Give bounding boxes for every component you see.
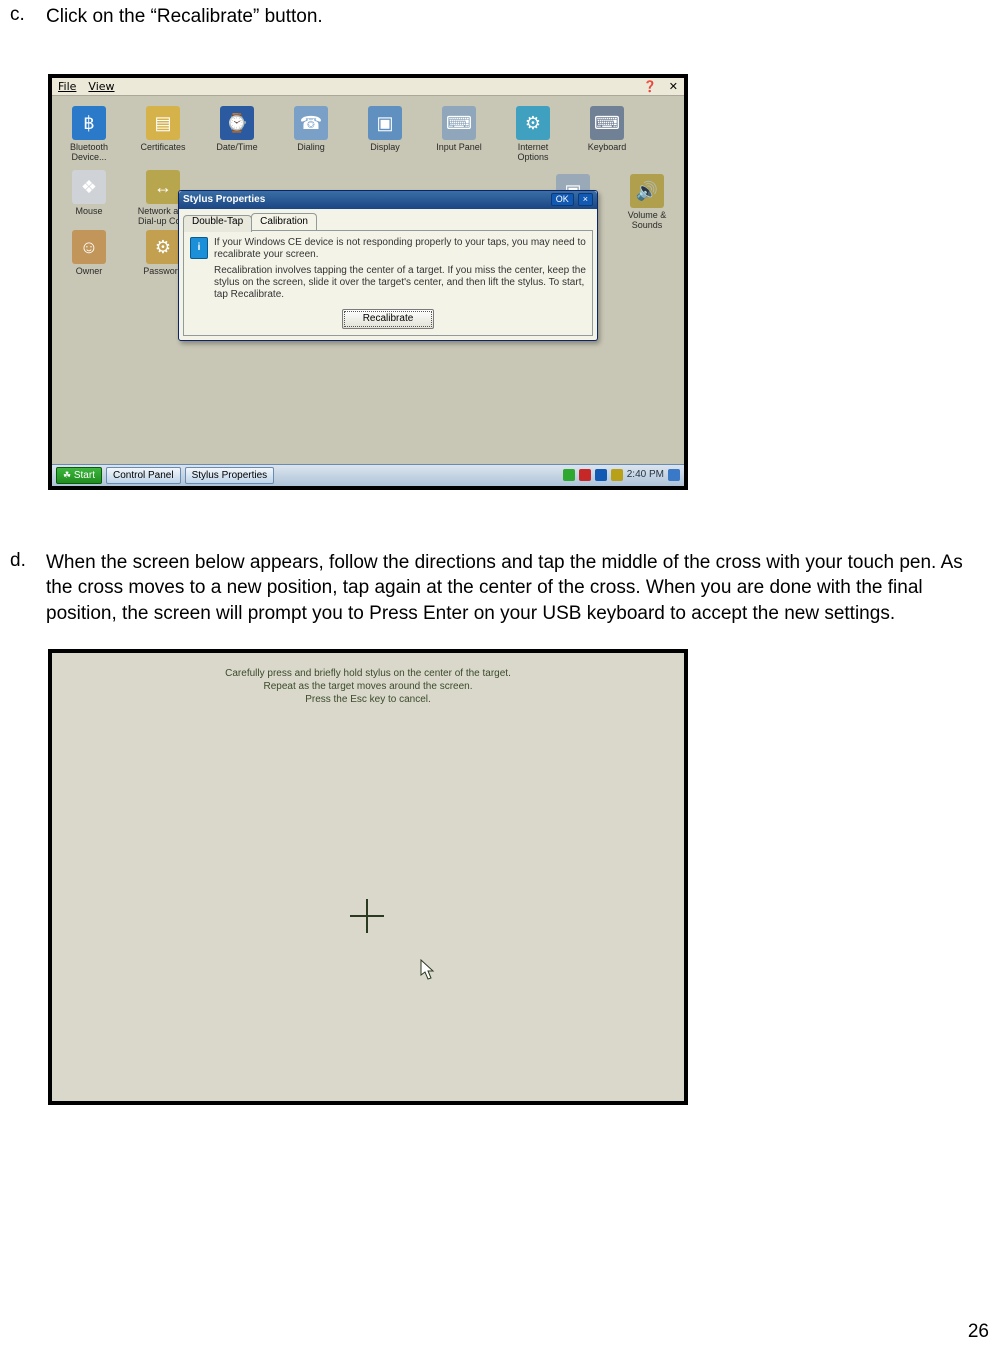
control-panel-icon[interactable]: ▣ Display [356,106,414,162]
icon-label: Date/Time [216,142,257,152]
tray-icon-4[interactable] [611,469,623,481]
dialog-tabs: Double-Tap Calibration [179,209,597,230]
calib-line-3: Press the Esc key to cancel. [52,693,684,706]
recalibrate-button[interactable]: Recalibrate [342,309,435,329]
screenshot-stylus-properties: File View ❓ ✕ ฿Bluetooth Device... ▤ Certi… [48,74,688,490]
icon-label: Dialing [297,142,325,152]
icon-glyph: ⚙ [516,106,550,140]
calibration-instructions: Carefully press and briefly hold stylus … [52,653,684,706]
dialog-paragraph-1: If your Windows CE device is not respond… [214,237,586,261]
taskbar-control-panel[interactable]: Control Panel [106,467,181,484]
control-panel-icon[interactable]: ❖ Mouse [60,170,118,226]
icon-label: Keyboard [588,142,627,152]
icon-glyph: ▣ [368,106,402,140]
taskbar: ☘ Start Control Panel Stylus Properties … [52,464,684,486]
tray-icon-5[interactable] [668,469,680,481]
taskbar-clock: 2:40 PM [627,464,664,486]
step-c: c. Click on the “Recalibrate” button. [10,4,985,30]
system-tray: 2:40 PM [563,464,680,486]
control-panel-icon[interactable]: ฿Bluetooth Device... [60,106,118,162]
page-number: 26 [968,1321,989,1343]
icon-label: Certificates [140,142,185,152]
control-panel-icon[interactable]: ⚙Internet Options [504,106,562,162]
icon-label: Internet Options [517,142,548,162]
icon-glyph: ⚙ [146,230,180,264]
icon-glyph: ⌨ [590,106,624,140]
icon-label: Display [370,142,400,152]
icon-glyph: ⌚ [220,106,254,140]
icon-label: Password [143,266,183,276]
icon-label: Owner [76,266,103,276]
icon-glyph: ฿ [72,106,106,140]
menu-file[interactable]: File [58,78,76,95]
help-icon[interactable]: ❓ [643,78,657,95]
mouse-cursor-icon [420,959,436,981]
icon-glyph: ☺ [72,230,106,264]
icon-glyph: ↔ [146,170,180,204]
start-button[interactable]: ☘ Start [56,467,102,484]
window-close[interactable]: ✕ [669,78,678,95]
tray-icon-3[interactable] [595,469,607,481]
dialog-paragraph-2: Recalibration involves tapping the cente… [214,265,586,301]
stylus-properties-dialog: Stylus Properties OK × Double-Tap Calibr… [178,190,598,341]
step-letter-c: c. [10,4,32,30]
icon-glyph: ▤ [146,106,180,140]
dialog-ok-button[interactable]: OK [551,193,574,206]
icon-label: Bluetooth Device... [70,142,108,162]
calib-line-2: Repeat as the target moves around the sc… [52,680,684,693]
calib-line-1: Carefully press and briefly hold stylus … [52,667,684,680]
tab-calibration[interactable]: Calibration [251,213,317,230]
icon-label: Input Panel [436,142,482,152]
tray-icon-1[interactable] [563,469,575,481]
icon-glyph: ☎ [294,106,328,140]
step-text-d: When the screen below appears, follow th… [46,550,985,627]
icon-label: Mouse [75,206,102,216]
step-d: d. When the screen below appears, follow… [10,550,985,627]
control-panel-desktop: ฿Bluetooth Device... ▤ Certificates ⌚ Date/T… [52,96,684,468]
icon-glyph: ❖ [72,170,106,204]
dialog-body: i If your Windows CE device is not respo… [183,230,593,336]
control-panel-icon[interactable]: ☺ Owner [60,230,118,276]
taskbar-stylus-properties[interactable]: Stylus Properties [185,467,275,484]
step-letter-d: d. [10,550,32,627]
control-panel-icon[interactable]: ⌨ Keyboard [578,106,636,162]
calibration-target-cross[interactable] [350,899,384,933]
stylus-info-icon: i [190,237,208,259]
control-panel-icon[interactable]: ⌨ Input Panel [430,106,488,162]
control-panel-icon[interactable]: ▤ Certificates [134,106,192,162]
step-text-c: Click on the “Recalibrate” button. [46,4,985,30]
dialog-title: Stylus Properties [183,194,265,206]
control-panel-icon[interactable]: ☎ Dialing [282,106,340,162]
menubar: File View ❓ ✕ [52,78,684,96]
dialog-titlebar[interactable]: Stylus Properties OK × [179,191,597,209]
tray-icon-2[interactable] [579,469,591,481]
tab-double-tap[interactable]: Double-Tap [183,215,252,232]
icon-glyph: ⌨ [442,106,476,140]
screenshot-calibration: Carefully press and briefly hold stylus … [48,649,688,1105]
icon-volume-sounds[interactable]: 🔊 Volume & Sounds [618,174,676,230]
control-panel-icon[interactable]: ⌚ Date/Time [208,106,266,162]
menu-view[interactable]: View [88,78,114,95]
dialog-close-button[interactable]: × [578,193,593,206]
